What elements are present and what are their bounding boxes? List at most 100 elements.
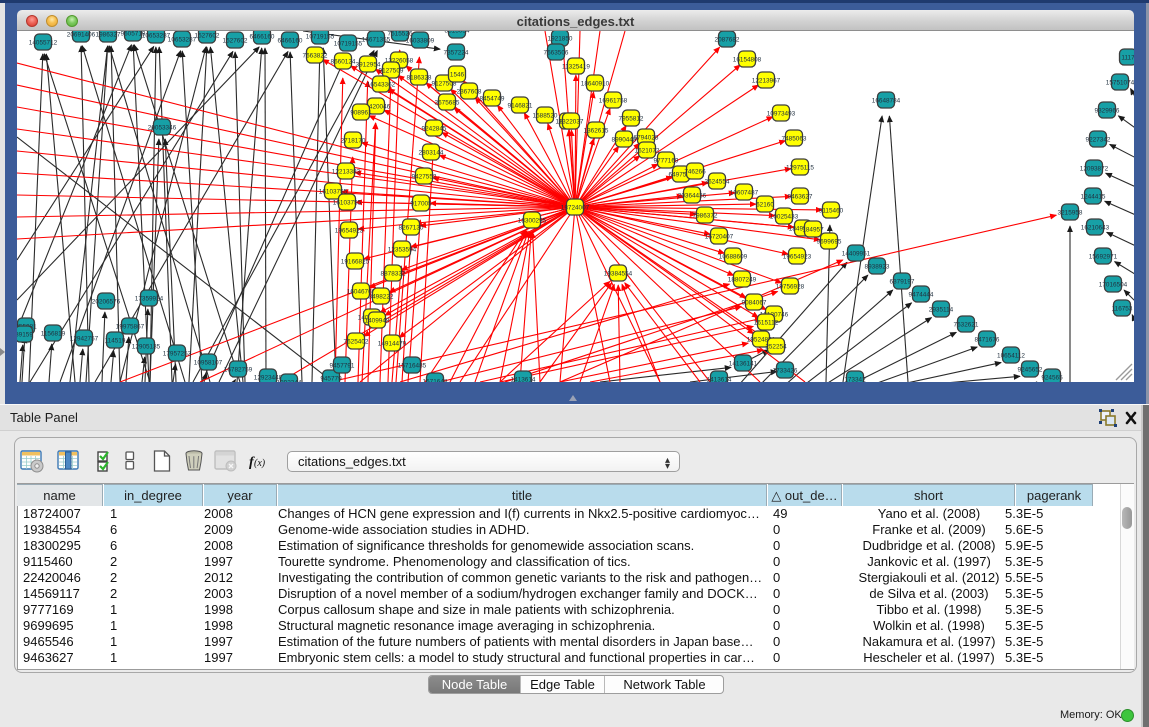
svg-text:8471676: 8471676	[975, 337, 1000, 344]
svg-text:8186328: 8186328	[407, 75, 432, 82]
svg-text:20053346: 20053346	[148, 125, 177, 132]
svg-text:8660124: 8660124	[331, 59, 356, 66]
svg-text:9146821: 9146821	[508, 103, 533, 110]
svg-text:1527602: 1527602	[195, 33, 220, 40]
svg-text:7625402: 7625402	[344, 339, 369, 346]
svg-text:17359924: 17359924	[135, 296, 164, 303]
svg-text:17016504: 17016504	[1099, 282, 1128, 289]
svg-text:1571648: 1571648	[423, 379, 448, 383]
svg-text:945779: 945779	[320, 376, 342, 383]
svg-text:7663822: 7663822	[303, 53, 328, 60]
svg-text:20364436: 20364436	[678, 193, 707, 200]
svg-text:924565: 924565	[1041, 375, 1063, 382]
svg-text:116753: 116753	[1112, 306, 1133, 313]
svg-text:19654923: 19654923	[335, 228, 364, 235]
svg-text:9427552: 9427552	[412, 174, 437, 181]
svg-text:19654923: 19654923	[783, 254, 812, 261]
svg-text:16961758: 16961758	[599, 98, 628, 105]
svg-text:14055712: 14055712	[29, 40, 58, 47]
svg-text:8267130: 8267130	[399, 225, 424, 232]
svg-text:14914479: 14914479	[378, 341, 407, 348]
svg-text:16154808: 16154808	[733, 57, 762, 64]
svg-text:1156819: 1156819	[41, 331, 66, 338]
svg-text:12942757: 12942757	[70, 336, 99, 343]
svg-text:10719155: 10719155	[306, 34, 335, 41]
svg-text:6466160: 6466160	[278, 38, 303, 45]
svg-text:9463627: 9463627	[788, 194, 813, 201]
svg-text:1117: 1117	[1121, 55, 1134, 62]
svg-text:16103755: 16103755	[333, 200, 362, 207]
svg-text:1986327: 1986327	[96, 32, 121, 39]
svg-text:19975867: 19975867	[116, 324, 145, 331]
svg-text:12093872: 12093872	[1080, 166, 1109, 173]
svg-text:9777169: 9777169	[654, 158, 679, 165]
svg-text:10653287: 10653287	[168, 37, 197, 44]
svg-text:1733426: 1733426	[773, 368, 798, 375]
svg-text:12353594: 12353594	[388, 247, 417, 254]
svg-text:1244415: 1244415	[1081, 194, 1106, 201]
svg-text:12905135: 12905135	[132, 344, 161, 351]
svg-text:15716485: 15716485	[398, 363, 427, 370]
svg-text:1413614: 1413614	[707, 377, 732, 383]
svg-text:11325419: 11325419	[562, 64, 590, 71]
svg-text:20206576: 20206576	[92, 299, 121, 306]
svg-text:62160: 62160	[756, 202, 774, 209]
svg-text:3624554: 3624554	[705, 179, 730, 186]
svg-text:39159: 39159	[17, 332, 33, 339]
svg-text:2718170: 2718170	[341, 138, 366, 145]
svg-text:15751074: 15751074	[1106, 80, 1134, 87]
svg-text:7632621: 7632621	[954, 322, 979, 329]
svg-text:6794028: 6794028	[634, 135, 659, 142]
svg-text:3912954: 3912954	[356, 62, 381, 69]
svg-text:16671355: 16671355	[362, 37, 391, 44]
svg-text:3215958: 3215958	[1058, 210, 1083, 217]
svg-text:16648784: 16648784	[872, 98, 901, 105]
svg-text:9474444: 9474444	[909, 292, 934, 299]
svg-text:2935114: 2935114	[929, 307, 954, 314]
svg-text:9699695: 9699695	[817, 239, 842, 246]
svg-text:8454749: 8454749	[480, 96, 505, 103]
svg-text:173342: 173342	[844, 377, 866, 383]
svg-text:7955812: 7955812	[619, 116, 644, 123]
svg-text:18640910: 18640910	[581, 81, 610, 88]
svg-text:12975115: 12975115	[786, 165, 814, 172]
svg-text:8878332: 8878332	[381, 271, 406, 278]
svg-text:8990448: 8990448	[612, 137, 637, 144]
svg-text:252254: 252254	[765, 344, 787, 351]
svg-text:1615112: 1615112	[754, 320, 779, 327]
svg-text:184957: 184957	[802, 227, 824, 234]
svg-text:9084067: 9084067	[742, 300, 767, 307]
svg-text:15692971: 15692971	[1089, 254, 1118, 261]
svg-text:917005: 917005	[410, 201, 432, 208]
svg-text:9329966: 9329966	[1095, 108, 1120, 115]
svg-text:2367608: 2367608	[457, 89, 482, 96]
svg-text:1409948: 1409948	[365, 318, 390, 325]
svg-text:8938923: 8938923	[865, 264, 890, 271]
svg-text:10958107: 10958107	[194, 360, 223, 367]
svg-text:9245652: 9245652	[1018, 367, 1043, 374]
svg-text:2803144: 2803144	[419, 150, 444, 157]
svg-text:7357224: 7357224	[444, 50, 469, 57]
svg-text:12213383: 12213383	[332, 169, 361, 176]
svg-text:10025433: 10025433	[770, 214, 799, 221]
svg-text:9457791: 9457791	[330, 363, 355, 370]
svg-text:1621072: 1621072	[635, 148, 660, 155]
svg-text:19384554: 19384554	[604, 271, 633, 278]
svg-text:10719155: 10719155	[334, 41, 363, 48]
svg-text:18724007: 18724007	[561, 205, 590, 212]
svg-text:1588520: 1588520	[533, 113, 558, 120]
svg-text:1322037: 1322037	[559, 119, 584, 126]
svg-text:1527602: 1527602	[223, 38, 248, 45]
svg-text:(x): (x)	[254, 458, 266, 469]
svg-text:746266: 746266	[684, 169, 706, 176]
svg-text:14136141: 14136141	[729, 361, 758, 368]
svg-text:1413614: 1413614	[511, 377, 536, 383]
svg-text:3675685: 3675685	[435, 100, 460, 107]
svg-text:18807249: 18807249	[728, 277, 757, 284]
svg-text:2087682: 2087682	[715, 37, 740, 44]
svg-text:7986372: 7986372	[693, 213, 718, 220]
svg-text:16210643: 16210643	[1081, 225, 1110, 232]
svg-text:1546: 1546	[450, 72, 465, 79]
svg-text:1362615: 1362615	[584, 128, 609, 135]
svg-text:6466160: 6466160	[250, 34, 275, 41]
